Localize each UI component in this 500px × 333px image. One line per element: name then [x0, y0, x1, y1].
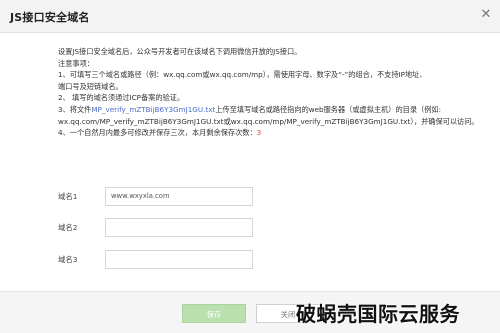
domain2-row: 域名2	[58, 218, 358, 238]
dialog-titlebar: JS接口安全域名 ✕	[0, 0, 500, 33]
note-item-1: 1、可填写三个域名或路径（例：wx.qq.com或wx.qq.com/mp），需…	[58, 70, 427, 80]
save-button[interactable]: 保存	[182, 304, 246, 323]
instructions: 设置JS接口安全域名后，公众号开发者可在该域名下调用微信开放的JS接口。 注意事…	[58, 46, 496, 139]
domain3-input[interactable]	[105, 250, 253, 269]
dialog-body: 设置JS接口安全域名后，公众号开发者可在该域名下调用微信开放的JS接口。 注意事…	[0, 34, 500, 291]
note-item-2: 2、 填写的域名须通过ICP备案的验证。	[58, 93, 185, 103]
note-item-3: 3、将文件MP_verify_mZTBijB6Y3GmJ1GU.txt上传至填写…	[58, 104, 496, 116]
close-icon[interactable]: ✕	[478, 7, 494, 23]
domain3-row: 域名3	[58, 250, 358, 270]
verify-file-link[interactable]: MP_verify_mZTBijB6Y3GmJ1GU.txt	[91, 105, 215, 114]
domain1-input[interactable]: www.wxyxla.com	[105, 187, 253, 206]
domain2-input[interactable]	[105, 218, 253, 237]
domain1-label: 域名1	[58, 192, 78, 201]
watermark-text: 破蜗壳国际云服务	[296, 302, 460, 326]
domain2-label: 域名2	[58, 223, 78, 232]
notes-heading: 注意事项：	[58, 58, 94, 68]
note-item-1-cont: 端口号及短链域名。	[58, 81, 123, 91]
note-item-4: 4、一个自然月内最多可修改并保存三次，本月剩余保存次数：3	[58, 127, 496, 139]
note-item-3-cont: wx.qq.com/MP_verify_mZTBijB6Y3GmJ1GU.txt…	[58, 116, 479, 126]
dialog-title: JS接口安全域名	[10, 11, 90, 24]
note-item-3-pre: 3、将文件	[58, 104, 92, 114]
domain3-label: 域名3	[58, 255, 78, 264]
domain1-row: 域名1 www.wxyxla.com	[58, 187, 358, 207]
intro-text: 设置JS接口安全域名后，公众号开发者可在该域名下调用微信开放的JS接口。	[58, 47, 302, 56]
screen: JS接口安全域名 ✕ 设置JS接口安全域名后，公众号开发者可在该域名下调用微信开…	[0, 0, 500, 333]
remaining-count: 3	[256, 128, 262, 138]
note-item-4-text: 4、一个自然月内最多可修改并保存三次，本月剩余保存次数：	[58, 128, 257, 138]
domain-settings-dialog: JS接口安全域名 ✕ 设置JS接口安全域名后，公众号开发者可在该域名下调用微信开…	[0, 0, 500, 333]
note-item-3-post: 上传至填写域名或路径指向的web服务器（或虚拟主机）的目录（例如:	[215, 104, 442, 114]
